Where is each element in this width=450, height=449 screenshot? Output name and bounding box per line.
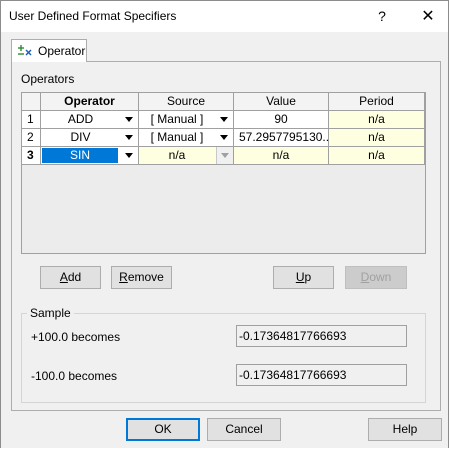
column-header-period: Period	[329, 93, 425, 111]
source-select[interactable]: [ Manual ]	[139, 111, 234, 129]
chevron-down-icon[interactable]	[121, 111, 138, 128]
value-cell[interactable]: 90	[234, 111, 329, 129]
operator-value: ADD	[67, 112, 94, 126]
value-cell[interactable]: 57.2957795130...	[234, 129, 329, 147]
tab-label: Operator	[38, 44, 86, 58]
column-header-source: Source	[139, 93, 234, 111]
chevron-down-icon	[216, 147, 233, 164]
row-number: 2	[22, 129, 41, 147]
cancel-button[interactable]: Cancel	[207, 418, 281, 441]
format-specifiers-dialog: User Defined Format Specifiers ? ✕ Opera…	[0, 0, 449, 448]
close-icon[interactable]: ✕	[413, 1, 443, 32]
source-value: [ Manual ]	[150, 112, 204, 126]
period-cell[interactable]: n/a	[329, 147, 425, 165]
ok-button[interactable]: OK	[126, 418, 200, 441]
operator-select[interactable]: DIV	[41, 129, 139, 147]
column-header-operator: Operator	[41, 93, 139, 111]
plus-minus-icon	[18, 45, 32, 56]
row-number: 1	[22, 111, 41, 129]
help-icon[interactable]: ?	[367, 1, 397, 32]
chevron-down-icon[interactable]	[216, 111, 233, 128]
tab-operator[interactable]: Operator	[11, 39, 87, 62]
chevron-down-icon[interactable]	[121, 129, 138, 146]
source-select[interactable]: n/a	[139, 147, 234, 165]
grid-corner-header	[22, 93, 41, 111]
add-button[interactable]: Add	[40, 266, 101, 289]
sample-negative-result: -0.17364817766693	[236, 364, 407, 386]
title-bar: User Defined Format Specifiers ? ✕	[1, 1, 448, 32]
column-header-value: Value	[234, 93, 329, 111]
source-select[interactable]: [ Manual ]	[139, 129, 234, 147]
chevron-down-icon[interactable]	[121, 147, 138, 164]
operator-select[interactable]: SIN	[41, 147, 139, 165]
value-cell[interactable]: n/a	[234, 147, 329, 165]
chevron-down-icon[interactable]	[216, 129, 233, 146]
operators-grid: Operator Source Value Period 1 ADD [ Man…	[21, 92, 426, 254]
source-value: [ Manual ]	[150, 130, 204, 144]
period-cell[interactable]: n/a	[329, 129, 425, 147]
window-title: User Defined Format Specifiers	[9, 9, 177, 23]
down-button: Down	[345, 266, 407, 289]
help-button[interactable]: Help	[368, 418, 442, 441]
operators-group-label: Operators	[21, 72, 75, 86]
source-value: n/a	[168, 148, 186, 162]
sample-positive-result: -0.17364817766693	[236, 325, 407, 347]
up-button[interactable]: Up	[273, 266, 334, 289]
remove-button[interactable]: Remove	[111, 266, 172, 289]
operator-select[interactable]: ADD	[41, 111, 139, 129]
row-number: 3	[22, 147, 41, 165]
operator-value: SIN	[42, 148, 118, 163]
operator-value: DIV	[70, 130, 91, 144]
sample-negative-label: -100.0 becomes	[31, 369, 118, 383]
sample-group-label: Sample	[27, 306, 74, 320]
period-cell[interactable]: n/a	[329, 111, 425, 129]
sample-positive-label: +100.0 becomes	[31, 330, 121, 344]
